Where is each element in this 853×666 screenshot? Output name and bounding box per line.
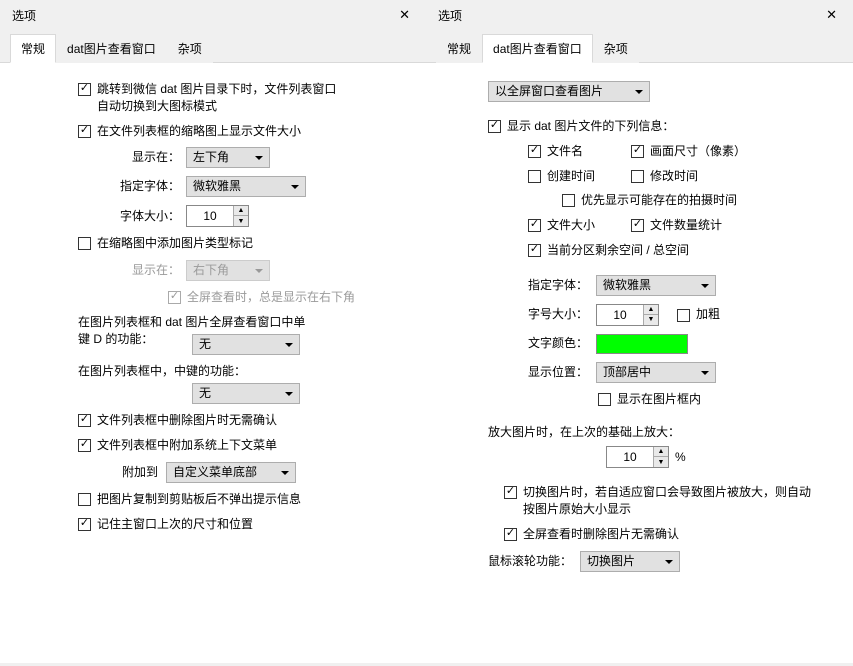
label-del-noconfirm: 文件列表框中删除图片时无需确认 — [97, 412, 277, 429]
tabstrip-right: 常规 dat图片查看窗口 杂项 — [426, 33, 853, 63]
checkbox-fit-switch[interactable] — [504, 486, 517, 499]
checkbox-prefer-shot[interactable] — [562, 194, 575, 207]
select-font[interactable]: 微软雅黑 — [596, 275, 716, 296]
label-del-fullscreen: 全屏查看时删除图片无需确认 — [523, 526, 679, 543]
label-prefer-shot: 优先显示可能存在的拍摄时间 — [581, 192, 737, 209]
spin-down-icon[interactable]: ▼ — [234, 216, 248, 226]
label-attach-to: 附加到 — [122, 464, 158, 481]
tab-general[interactable]: 常规 — [436, 34, 482, 63]
window-title: 选项 — [438, 7, 462, 24]
spin-down-icon[interactable]: ▼ — [654, 457, 668, 467]
checkbox-bold[interactable] — [677, 309, 690, 322]
spinner-font-size[interactable]: ▲▼ — [596, 304, 659, 326]
tab-dat-viewer[interactable]: dat图片查看窗口 — [482, 34, 593, 63]
label-partition: 当前分区剩余空间 / 总空间 — [547, 242, 689, 259]
checkbox-pixels[interactable] — [631, 145, 644, 158]
label-percent: % — [675, 449, 686, 466]
select-attach-to[interactable]: 自定义菜单底部 — [166, 462, 296, 483]
titlebar-right: 选项 ✕ — [426, 0, 853, 33]
label-text-color: 文字颜色： — [528, 335, 588, 352]
label-font-size: 字号大小： — [528, 306, 588, 323]
checkbox-filesize[interactable] — [528, 219, 541, 232]
spinner-font-size[interactable]: ▲▼ — [186, 205, 249, 227]
label-context-menu: 文件列表框中附加系统上下文菜单 — [97, 437, 277, 454]
checkbox-in-frame[interactable] — [598, 393, 611, 406]
label-in-frame: 显示在图片框内 — [617, 391, 701, 408]
checkbox-remember-geom[interactable] — [78, 518, 91, 531]
checkbox-auto-switch[interactable] — [78, 83, 91, 96]
label-filename: 文件名 — [547, 143, 607, 160]
label-mtime: 修改时间 — [650, 168, 698, 185]
select-view-mode[interactable]: 以全屏窗口查看图片 — [488, 81, 650, 102]
checkbox-show-size-thumb[interactable] — [78, 125, 91, 138]
label-remember-geom: 记住主窗口上次的尺寸和位置 — [97, 516, 253, 533]
checkbox-del-fullscreen[interactable] — [504, 528, 517, 541]
select-d-func[interactable]: 无 — [192, 334, 300, 355]
label-no-clip-hint: 把图片复制到剪贴板后不弹出提示信息 — [97, 491, 301, 508]
label-font: 指定字体： — [120, 178, 180, 195]
select-show-at2: 右下角 — [186, 260, 270, 281]
tab-misc[interactable]: 杂项 — [593, 34, 639, 63]
label-zoom: 放大图片时，在上次的基础上放大： — [488, 424, 680, 441]
input-font-size[interactable] — [187, 206, 233, 226]
label-show-size-thumb: 在文件列表框的缩略图上显示文件大小 — [97, 123, 301, 140]
label-type-tag: 在缩略图中添加图片类型标记 — [97, 235, 253, 252]
spinner-zoom[interactable]: ▲▼ — [606, 446, 669, 468]
checkbox-filename[interactable] — [528, 145, 541, 158]
select-position[interactable]: 顶部居中 — [596, 362, 716, 383]
checkbox-context-menu[interactable] — [78, 439, 91, 452]
color-picker[interactable] — [596, 334, 688, 354]
spin-up-icon[interactable]: ▲ — [644, 305, 658, 315]
close-icon[interactable]: ✕ — [820, 5, 843, 25]
checkbox-no-clip-hint[interactable] — [78, 493, 91, 506]
select-font[interactable]: 微软雅黑 — [186, 176, 306, 197]
label-font: 指定字体： — [528, 277, 588, 294]
label-fit-switch: 切换图片时，若自适应窗口会导致图片被放大，则自动按图片原始大小显示 — [523, 484, 813, 518]
options-panel-left: 选项 ✕ 常规 dat图片查看窗口 杂项 跳转到微信 dat 图片目录下时，文件… — [0, 0, 426, 666]
checkbox-mtime[interactable] — [631, 170, 644, 183]
checkbox-type-tag[interactable] — [78, 237, 91, 250]
input-zoom[interactable] — [607, 447, 653, 467]
tab-content-dat: 以全屏窗口查看图片 显示 dat 图片文件的下列信息： 文件名 画面尺寸（像素）… — [426, 63, 853, 663]
checkbox-filecount[interactable] — [631, 219, 644, 232]
options-panel-right: 选项 ✕ 常规 dat图片查看窗口 杂项 以全屏窗口查看图片 显示 dat 图片… — [426, 0, 853, 666]
label-auto-switch: 跳转到微信 dat 图片目录下时，文件列表窗口自动切换到大图标模式 — [97, 81, 347, 115]
checkbox-ctime[interactable] — [528, 170, 541, 183]
tabstrip-left: 常规 dat图片查看窗口 杂项 — [0, 33, 426, 63]
checkbox-partition[interactable] — [528, 244, 541, 257]
select-show-at[interactable]: 左下角 — [186, 147, 270, 168]
tab-general[interactable]: 常规 — [10, 34, 56, 63]
checkbox-del-noconfirm[interactable] — [78, 414, 91, 427]
label-show-at: 显示在： — [132, 149, 180, 166]
label-filesize: 文件大小 — [547, 217, 607, 234]
label-fullscreen-br: 全屏查看时，总是显示在右下角 — [187, 289, 355, 306]
spin-up-icon[interactable]: ▲ — [654, 447, 668, 457]
label-font-size: 字体大小： — [120, 208, 180, 225]
select-wheel[interactable]: 切换图片 — [580, 551, 680, 572]
label-position: 显示位置： — [528, 364, 588, 381]
input-font-size[interactable] — [597, 305, 643, 325]
checkbox-fullscreen-br — [168, 291, 181, 304]
label-wheel: 鼠标滚轮功能： — [488, 553, 572, 570]
close-icon[interactable]: ✕ — [393, 5, 416, 25]
spin-up-icon[interactable]: ▲ — [234, 206, 248, 216]
label-show-at2: 显示在： — [132, 262, 180, 279]
label-show-info: 显示 dat 图片文件的下列信息： — [507, 118, 674, 135]
titlebar-left: 选项 ✕ — [0, 0, 426, 33]
tab-misc[interactable]: 杂项 — [167, 34, 213, 63]
window-title: 选项 — [12, 7, 36, 24]
label-filecount: 文件数量统计 — [650, 217, 722, 234]
spin-down-icon[interactable]: ▼ — [644, 315, 658, 325]
select-mid-func[interactable]: 无 — [192, 383, 300, 404]
label-mid-func: 在图片列表框中，中键的功能： — [78, 363, 246, 380]
label-pixels: 画面尺寸（像素） — [650, 143, 746, 160]
tab-dat-viewer[interactable]: dat图片查看窗口 — [56, 34, 167, 63]
checkbox-show-info[interactable] — [488, 120, 501, 133]
label-bold: 加粗 — [696, 306, 720, 323]
tab-content-general: 跳转到微信 dat 图片目录下时，文件列表窗口自动切换到大图标模式 在文件列表框… — [0, 63, 426, 663]
label-ctime: 创建时间 — [547, 168, 607, 185]
